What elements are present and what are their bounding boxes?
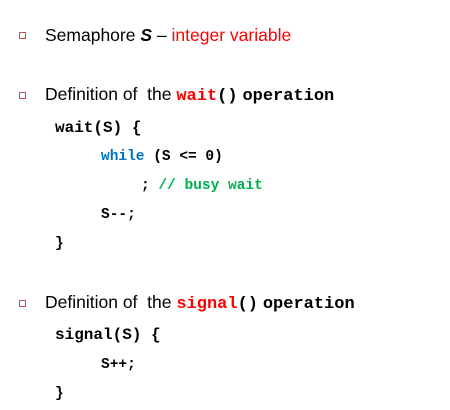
semaphore-definition: Semaphore S – integer variable <box>45 25 291 45</box>
square-bullet-icon <box>19 92 26 99</box>
signal-heading-suffix: operation <box>262 295 355 314</box>
signal-close-brace: } <box>55 386 64 402</box>
semaphore-description: integer variable <box>171 25 292 45</box>
busy-wait-comment: // busy wait <box>158 178 263 194</box>
wait-keyword: wait <box>176 87 218 106</box>
square-bullet-icon <box>19 32 26 39</box>
wait-parens: () <box>217 87 238 106</box>
semaphore-word: Semaphore <box>45 25 136 45</box>
while-keyword: while <box>101 149 145 165</box>
signal-parens: () <box>237 295 258 314</box>
wait-heading-prefix: Definition of the <box>45 84 172 104</box>
wait-heading-suffix: operation <box>242 87 335 106</box>
square-bullet-icon <box>19 300 26 307</box>
increment-line: S++; <box>101 357 136 373</box>
wait-close-brace: } <box>55 236 64 252</box>
busy-wait-semicolon: ; <box>141 178 150 194</box>
busy-wait-line: ; // busy wait <box>141 177 263 195</box>
signal-keyword: signal <box>176 295 238 314</box>
signal-definition-heading: Definition of the signal() operation <box>45 292 355 315</box>
signal-signature: signal(S) { <box>55 326 161 344</box>
signal-heading-prefix: Definition of the <box>45 292 172 312</box>
semaphore-symbol: S <box>140 25 153 45</box>
while-condition: (S <= 0) <box>153 149 223 165</box>
dash: – <box>156 25 167 45</box>
wait-signature: wait(S) { <box>55 119 142 137</box>
while-line: while (S <= 0) <box>101 148 223 166</box>
wait-definition-heading: Definition of the wait() operation <box>45 84 334 107</box>
decrement-line: S--; <box>101 207 136 223</box>
